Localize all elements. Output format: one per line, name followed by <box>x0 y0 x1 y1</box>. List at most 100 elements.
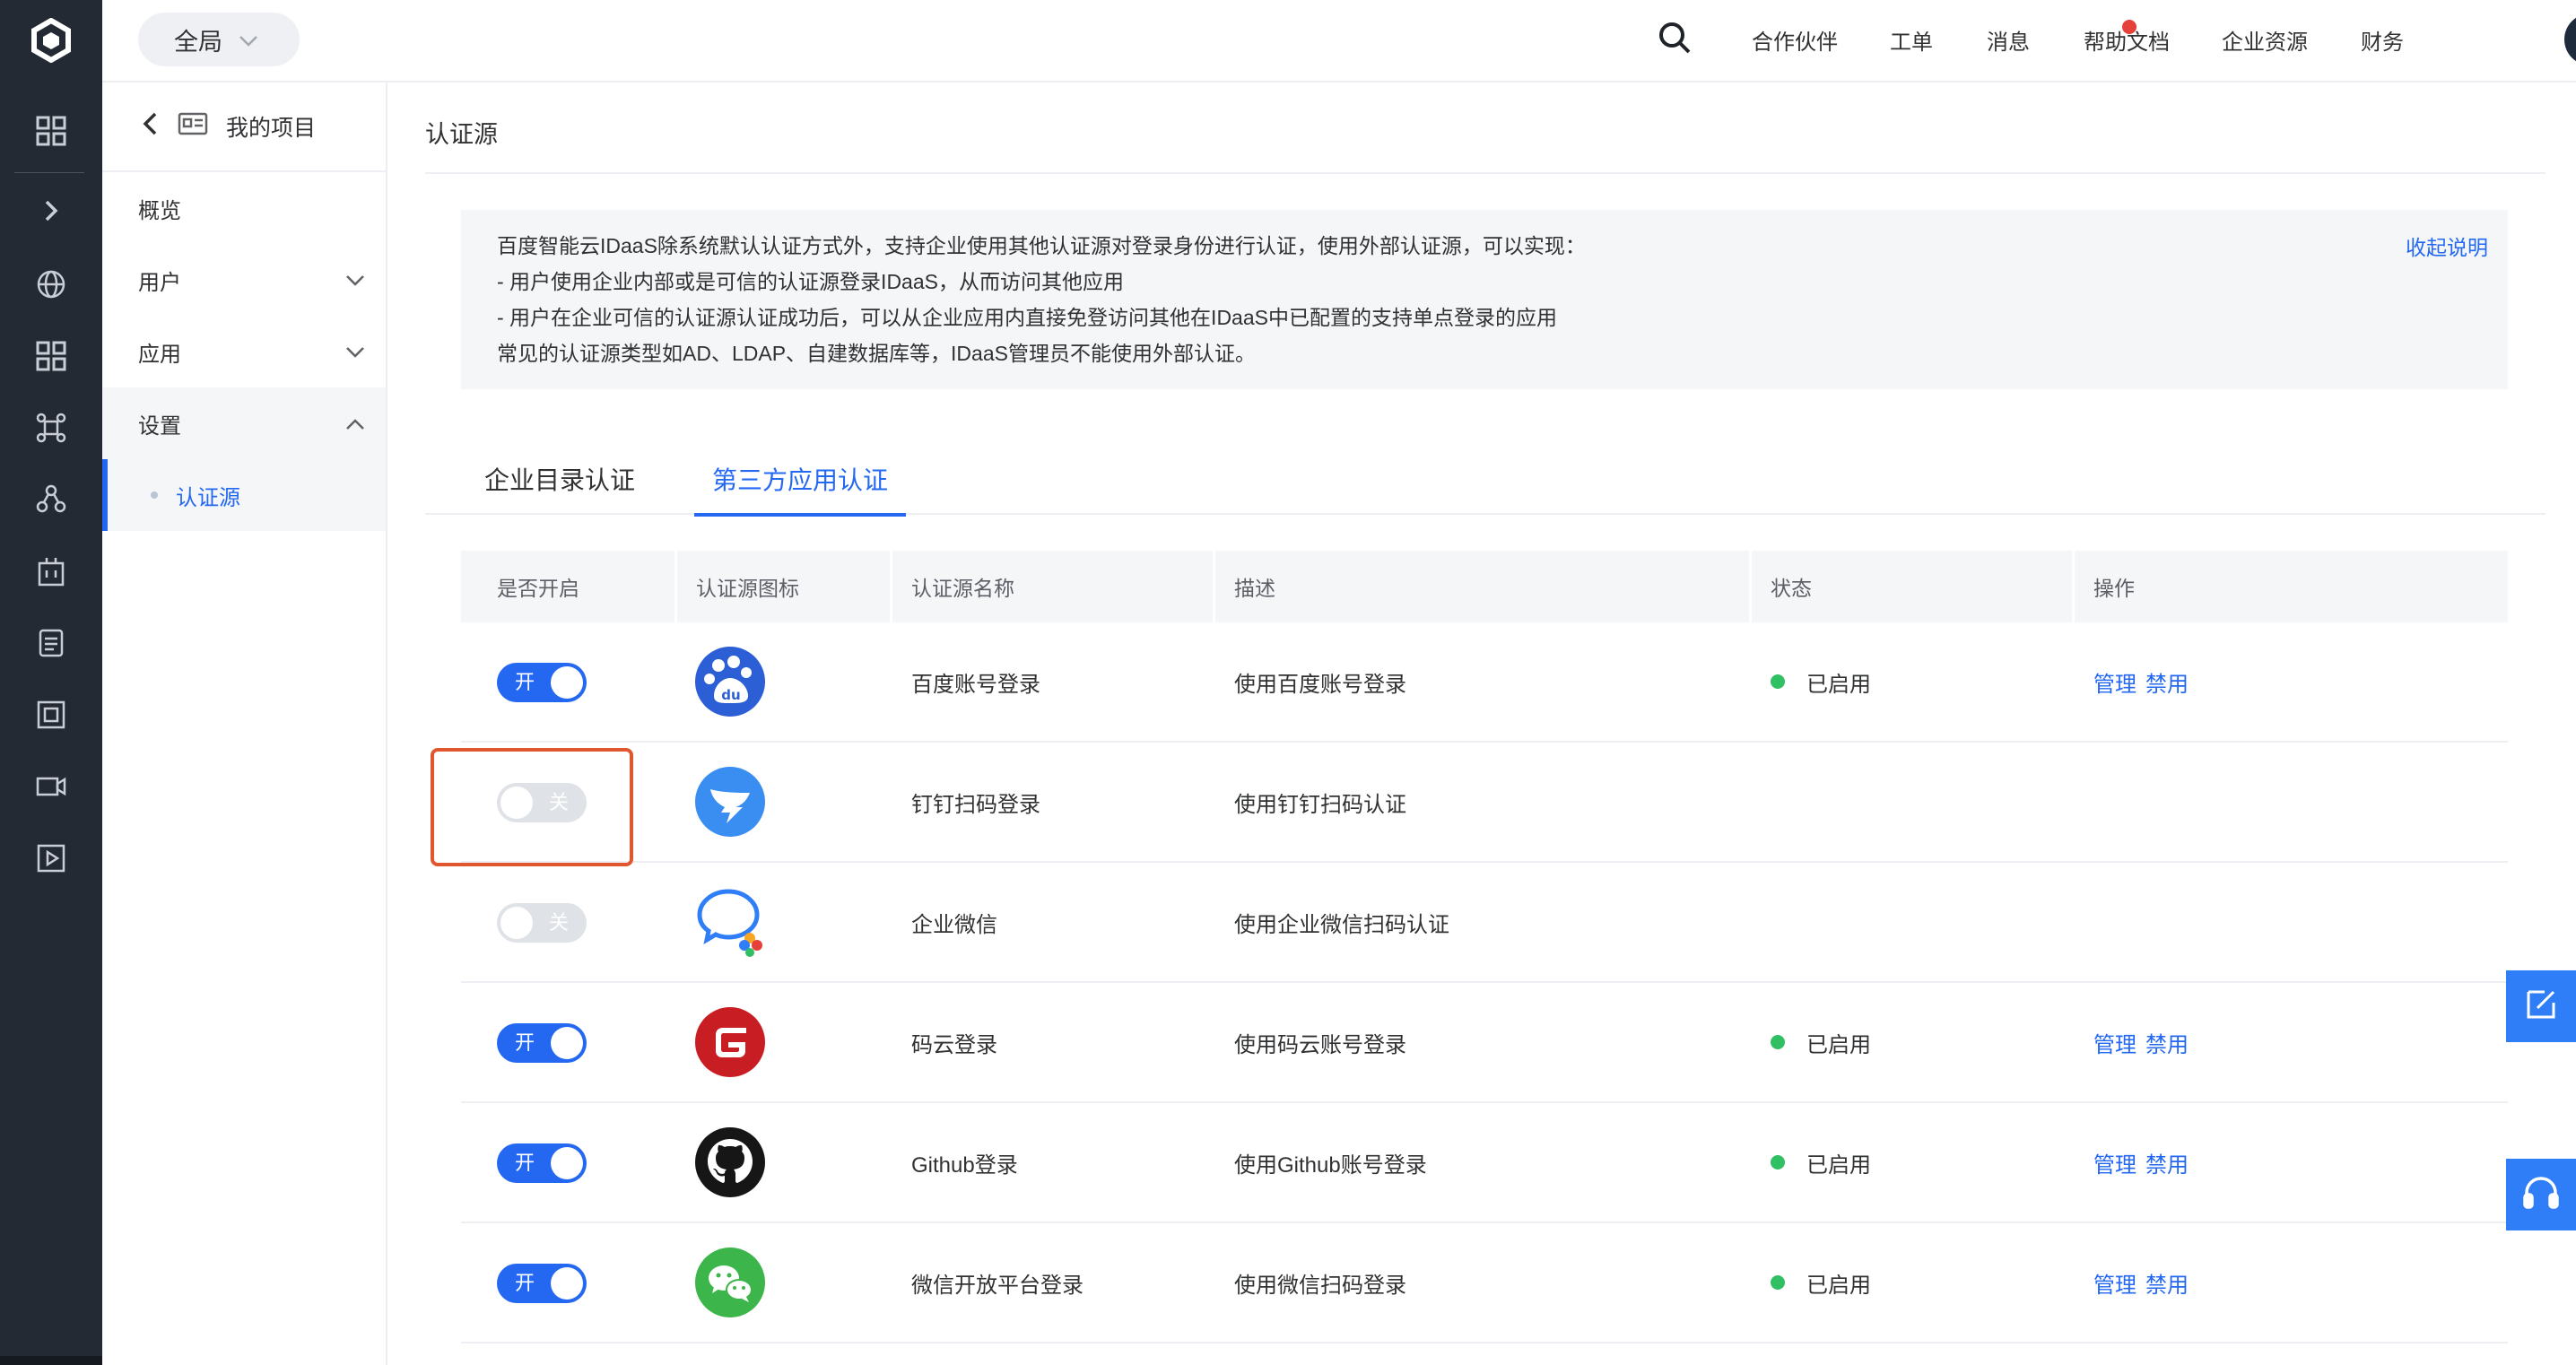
tab-third-party[interactable]: 第三方应用认证 <box>694 443 906 517</box>
auth-name: 百度账号登录 <box>911 672 1040 697</box>
manage-link[interactable]: 管理 <box>2093 1027 2137 1058</box>
auth-desc: 使用码云账号登录 <box>1234 1032 1406 1057</box>
sidebar-item-overview[interactable]: 概览 <box>102 172 386 244</box>
headset-icon <box>2521 1175 2561 1215</box>
col-enabled: 是否开启 <box>497 577 579 600</box>
enable-toggle[interactable]: 开 <box>497 1023 587 1063</box>
top-header: 全局 合作伙伴 工单 消息 帮助文档 企业资源 财务 遗 <box>102 0 2576 83</box>
nav-finance[interactable]: 财务 <box>2361 24 2404 56</box>
video-icon[interactable] <box>0 755 102 818</box>
auth-desc: 使用微信扫码登录 <box>1234 1273 1406 1298</box>
sidebar-item-label: 设置 <box>138 413 181 439</box>
status: 已启用 <box>1771 1223 1871 1342</box>
avatar[interactable]: 遗 <box>2564 13 2576 65</box>
feedback-button[interactable] <box>2506 970 2576 1042</box>
col-status: 状态 <box>1771 577 1812 600</box>
network-icon[interactable] <box>0 468 102 531</box>
sidebar-item-label: 应用 <box>138 342 181 367</box>
nav-help-docs[interactable]: 帮助文档 <box>2084 24 2170 56</box>
enable-toggle[interactable]: 开 <box>497 1143 587 1183</box>
auth-name: 企业微信 <box>911 912 997 937</box>
back-arrow-icon[interactable] <box>142 111 158 143</box>
actions: 管理 禁用 <box>2093 983 2197 1101</box>
tab-enterprise-directory[interactable]: 企业目录认证 <box>461 443 658 515</box>
notice-line: - 用户使用企业内部或是可信的认证源登录IDaaS，从而访问其他应用 <box>497 270 1124 293</box>
edit-icon <box>2523 987 2559 1027</box>
sidebar-header: 我的项目 <box>102 83 386 172</box>
actions: 管理 禁用 <box>2093 1223 2197 1342</box>
auth-name: 微信开放平台登录 <box>911 1273 1083 1298</box>
building-icon[interactable] <box>0 540 102 603</box>
col-icon: 认证源图标 <box>696 577 799 600</box>
sidebar-item-users[interactable]: 用户 <box>102 244 386 316</box>
project-label[interactable]: 我的项目 <box>226 110 316 143</box>
main-content: 认证源 百度智能云IDaaS除系统默认认证方式外，支持企业使用其他认证源对登录身… <box>387 83 2576 1365</box>
status-dot <box>1771 1035 1785 1049</box>
enable-toggle[interactable]: 关 <box>497 903 587 943</box>
notice-line: - 用户在企业可信的认证源认证成功后，可以从企业应用内直接免登访问其他在IDaa… <box>497 306 1557 329</box>
auth-desc: 使用百度账号登录 <box>1234 672 1406 697</box>
sidebar-item-label: 概览 <box>138 198 181 223</box>
nav-tickets[interactable]: 工单 <box>1890 24 1933 56</box>
disable-link[interactable]: 禁用 <box>2145 666 2189 698</box>
notice-line: 常见的认证源类型如AD、LDAP、自建数据库等，IDaaS管理员不能使用外部认证… <box>497 342 1256 365</box>
page-title: 认证源 <box>425 121 498 148</box>
project-sidebar: 我的项目 概览 用户 应用 设置 认证源 <box>102 83 387 1365</box>
manage-link[interactable]: 管理 <box>2093 666 2137 698</box>
sidebar-item-settings[interactable]: 设置 <box>102 387 386 459</box>
left-rail <box>0 0 102 1365</box>
status-dot <box>1771 674 1785 689</box>
auth-name: Github登录 <box>911 1152 1018 1178</box>
status-dot <box>1771 1155 1785 1169</box>
table-row: 关 钉钉扫码登录 使用钉钉扫码认证 <box>431 743 2508 866</box>
enable-toggle[interactable]: 开 <box>497 663 587 702</box>
enable-toggle[interactable]: 关 <box>497 783 587 822</box>
database-icon[interactable] <box>0 612 102 674</box>
sidebar-item-apps[interactable]: 应用 <box>102 316 386 387</box>
notice-line: 百度智能云IDaaS除系统默认认证方式外，支持企业使用其他认证源对登录身份进行认… <box>497 234 1586 257</box>
svg-text:du: du <box>721 687 740 703</box>
auth-desc: 使用Github账号登录 <box>1234 1152 1427 1178</box>
project-card-icon <box>178 112 208 142</box>
scope-selector[interactable]: 全局 <box>138 13 300 66</box>
search-icon[interactable] <box>1657 20 1698 61</box>
disable-link[interactable]: 禁用 <box>2145 1147 2189 1178</box>
status: 已启用 <box>1771 622 1871 741</box>
enable-toggle[interactable]: 开 <box>497 1264 587 1303</box>
table-row: 开 微信开放平台登录 使用微信扫码登录 已启用 管理 禁用 <box>461 1223 2508 1343</box>
auth-source-table: 是否开启 认证源图标 认证源名称 描述 状态 操作 开 du 百度账号登录 使用… <box>431 551 2508 1343</box>
actions: 管理 禁用 <box>2093 1103 2197 1222</box>
actions: 管理 禁用 <box>2093 622 2197 741</box>
table-row: 开 du 百度账号登录 使用百度账号登录 已启用 管理 禁用 <box>461 622 2508 743</box>
dingtalk-icon <box>694 766 766 838</box>
disable-link[interactable]: 禁用 <box>2145 1267 2189 1299</box>
nav-messages[interactable]: 消息 <box>1987 24 2030 56</box>
github-icon <box>694 1126 766 1198</box>
apps-icon[interactable] <box>0 325 102 387</box>
col-actions: 操作 <box>2093 577 2135 600</box>
play-icon[interactable] <box>0 827 102 890</box>
sidebar-item-auth-sources[interactable]: 认证源 <box>102 459 386 531</box>
command-icon[interactable] <box>0 396 102 459</box>
auth-desc: 使用企业微信扫码认证 <box>1234 912 1449 937</box>
support-button[interactable] <box>2506 1159 2576 1230</box>
auth-desc: 使用钉钉扫码认证 <box>1234 792 1406 817</box>
status: 已启用 <box>1771 1103 1871 1222</box>
chevron-down-icon <box>344 269 366 294</box>
frame-icon[interactable] <box>0 683 102 746</box>
manage-link[interactable]: 管理 <box>2093 1267 2137 1299</box>
nav-partners[interactable]: 合作伙伴 <box>1752 24 1838 56</box>
globe-icon[interactable] <box>0 253 102 316</box>
auth-name: 钉钉扫码登录 <box>911 792 1040 817</box>
manage-link[interactable]: 管理 <box>2093 1147 2137 1178</box>
expand-icon[interactable] <box>0 179 102 242</box>
dashboard-icon[interactable] <box>0 100 102 162</box>
table-row: 开 码云登录 使用码云账号登录 已启用 管理 禁用 <box>461 983 2508 1103</box>
table-row: 开 Github登录 使用Github账号登录 已启用 管理 禁用 <box>461 1103 2508 1223</box>
logo-icon[interactable] <box>0 0 102 81</box>
collapse-notice-link[interactable]: 收起说明 <box>2406 230 2488 265</box>
sidebar-item-label: 认证源 <box>176 485 240 510</box>
nav-enterprise-resources[interactable]: 企业资源 <box>2222 24 2308 56</box>
disable-link[interactable]: 禁用 <box>2145 1027 2189 1058</box>
auth-name: 码云登录 <box>911 1032 997 1057</box>
